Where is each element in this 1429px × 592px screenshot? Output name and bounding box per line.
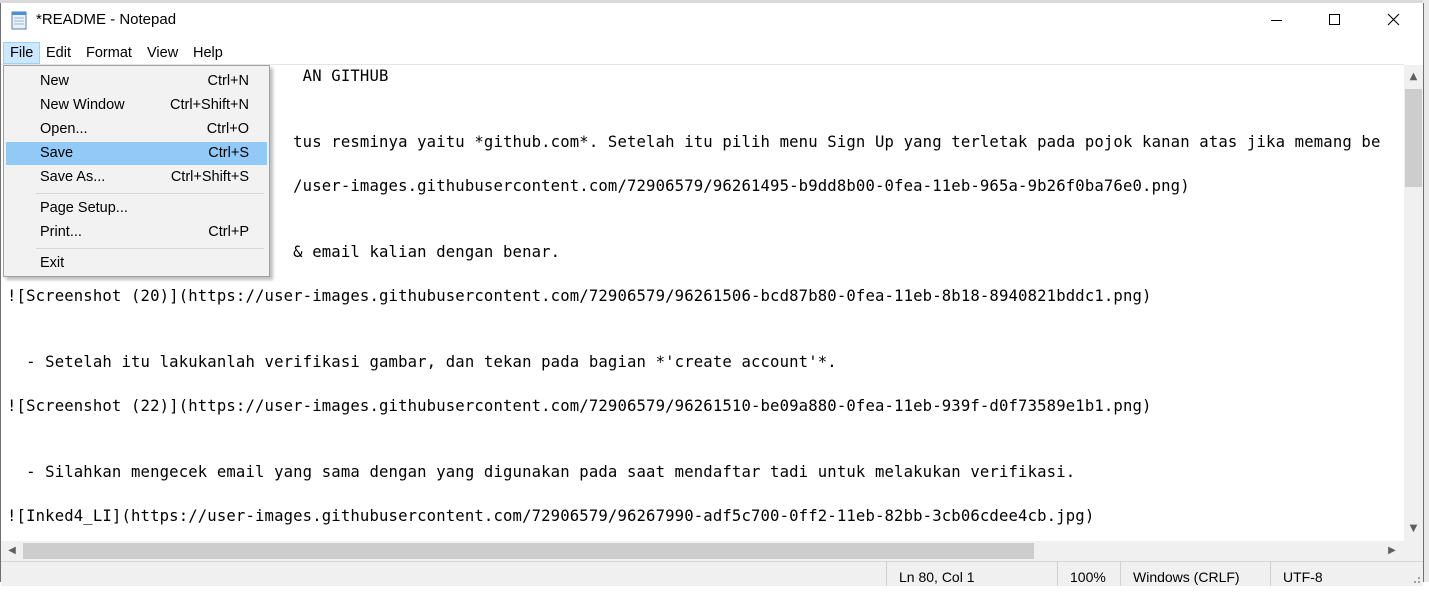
status-line-ending: Windows (CRLF)	[1120, 562, 1270, 586]
editor-line: - Silahkan mengecek email yang sama deng…	[7, 463, 1076, 481]
menu-file[interactable]: File	[3, 42, 41, 64]
scroll-up-arrow-icon[interactable]: ▲	[1404, 67, 1423, 87]
horizontal-scroll-thumb[interactable]	[23, 543, 1034, 559]
scroll-right-arrow-icon[interactable]: ▶	[1382, 541, 1402, 561]
status-bar: Ln 80, Col 1 100% Windows (CRLF) UTF-8	[1, 561, 1423, 586]
maximize-icon	[1329, 14, 1340, 25]
menu-item-label: Exit	[40, 255, 65, 271]
minimize-button[interactable]	[1247, 3, 1305, 37]
minimize-icon	[1271, 20, 1282, 21]
window-title: *README - Notepad	[36, 11, 177, 28]
vertical-scrollbar[interactable]: ▲ ▼	[1404, 65, 1423, 541]
menu-item-label: New Window	[40, 97, 125, 113]
menu-item-shortcut: Ctrl+Shift+S	[170, 169, 249, 185]
editor-line: ![Screenshot (20)](https://user-images.g…	[7, 287, 1152, 305]
scrollbar-corner	[1404, 541, 1423, 561]
menu-item-save[interactable]: Save Ctrl+S	[6, 142, 267, 165]
menu-item-open[interactable]: Open... Ctrl+O	[6, 118, 267, 141]
vertical-scroll-thumb[interactable]	[1405, 89, 1422, 187]
menu-item-label: Page Setup...	[40, 200, 128, 216]
menu-view[interactable]: View	[141, 42, 184, 64]
close-button[interactable]	[1363, 3, 1421, 37]
menu-item-label: Print...	[40, 224, 82, 240]
menu-bar: File Edit Format View Help	[1, 40, 1423, 64]
scroll-down-arrow-icon[interactable]: ▼	[1404, 519, 1423, 539]
menu-item-new[interactable]: New Ctrl+N	[6, 70, 267, 93]
menu-help[interactable]: Help	[187, 42, 229, 64]
menu-item-label: Save As...	[40, 169, 106, 185]
maximize-button[interactable]	[1305, 3, 1363, 37]
menu-item-label: Save	[40, 145, 74, 161]
menu-item-exit[interactable]: Exit	[6, 252, 267, 275]
menu-separator	[36, 248, 264, 249]
menu-item-shortcut: Ctrl+P	[208, 224, 249, 240]
menu-item-shortcut: Ctrl+O	[206, 121, 249, 137]
editor-line: ![Inked4_LI](https://user-images.githubu…	[7, 507, 1095, 525]
menu-item-page-setup[interactable]: Page Setup...	[6, 197, 267, 220]
title-bar[interactable]: *README - Notepad	[1, 3, 1423, 39]
menu-item-shortcut: Ctrl+S	[208, 145, 249, 161]
horizontal-scrollbar[interactable]: ◀ ▶	[1, 541, 1404, 561]
status-zoom: 100%	[1057, 562, 1120, 586]
editor-line: ![Screenshot (22)](https://user-images.g…	[7, 397, 1152, 415]
resize-grip-icon[interactable]	[1409, 572, 1421, 584]
notepad-icon	[11, 11, 27, 30]
menu-item-shortcut: Ctrl+Shift+N	[170, 97, 249, 113]
menu-item-print[interactable]: Print... Ctrl+P	[6, 221, 267, 244]
notepad-window: *README - Notepad File Edit Format View …	[0, 3, 1424, 586]
menu-item-label: Open...	[40, 121, 88, 137]
file-menu-dropdown: New Ctrl+N New Window Ctrl+Shift+N Open... Ct…	[3, 65, 270, 277]
scroll-left-arrow-icon[interactable]: ◀	[2, 541, 22, 561]
status-encoding: UTF-8	[1270, 562, 1423, 586]
menu-format[interactable]: Format	[80, 42, 138, 64]
editor-line: - Setelah itu lakukanlah verifikasi gamb…	[7, 353, 837, 371]
close-icon	[1387, 13, 1400, 26]
menu-edit[interactable]: Edit	[40, 42, 77, 64]
menu-item-save-as[interactable]: Save As... Ctrl+Shift+S	[6, 166, 267, 189]
menu-item-shortcut: Ctrl+N	[207, 73, 250, 89]
menu-item-label: New	[40, 73, 70, 89]
menu-item-new-window[interactable]: New Window Ctrl+Shift+N	[6, 94, 267, 117]
menu-separator	[36, 193, 264, 194]
status-cursor-position: Ln 80, Col 1	[886, 562, 1057, 586]
